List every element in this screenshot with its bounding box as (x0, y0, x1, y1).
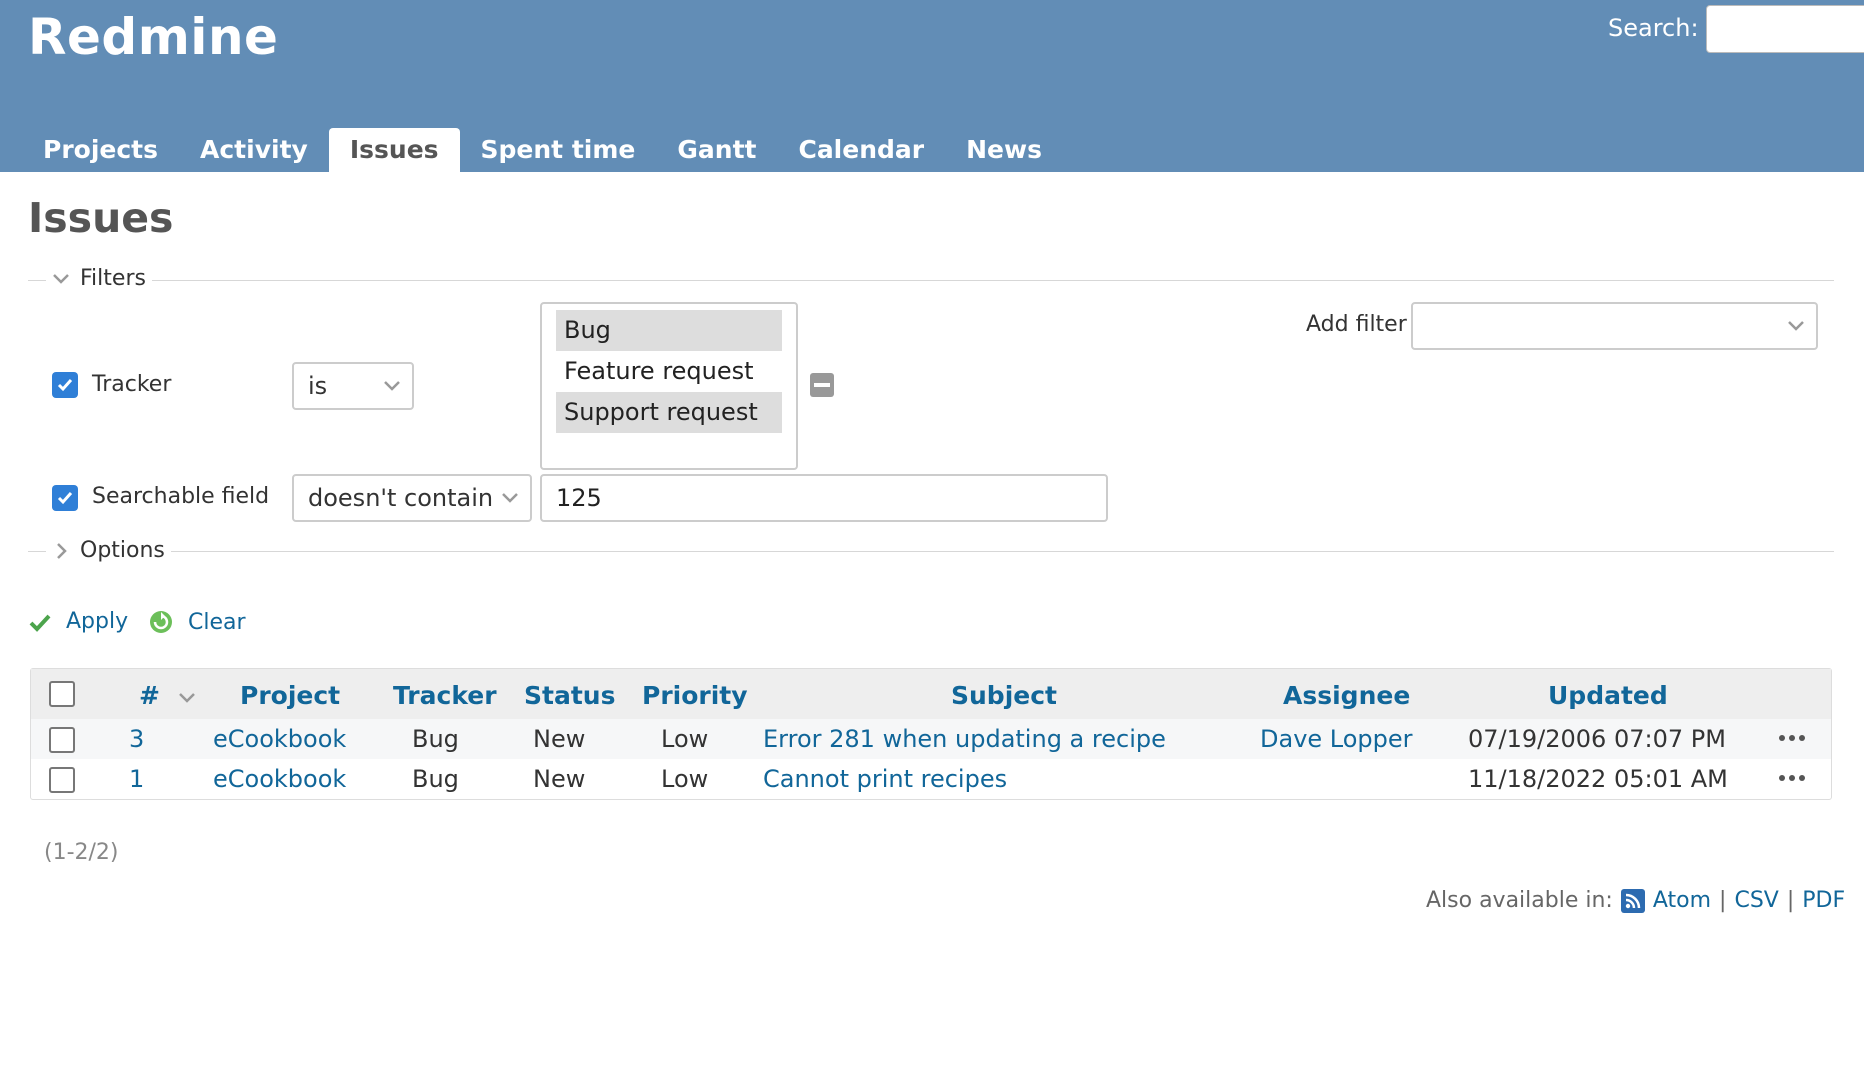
tracker-operator-value: is (308, 372, 328, 400)
checkmark-icon (57, 492, 73, 505)
separator: | (1786, 888, 1795, 913)
chevron-down-icon (1788, 321, 1804, 331)
tracker-filter-label[interactable]: Tracker (92, 372, 171, 397)
options-legend[interactable]: Options (46, 538, 171, 563)
select-all-checkbox[interactable] (49, 681, 75, 707)
rss-feed-icon (1620, 888, 1645, 913)
priority-cell: Low (661, 765, 709, 793)
subject-link[interactable]: Cannot print recipes (763, 765, 1007, 793)
add-filter-label: Add filter (1306, 312, 1407, 337)
chevron-down-icon (53, 273, 69, 284)
searchable-operator-select[interactable]: doesn't contain (292, 474, 532, 522)
tab-spent-time[interactable]: Spent time (460, 128, 657, 172)
clear-button[interactable]: Clear (148, 609, 246, 635)
status-cell: New (533, 765, 586, 793)
sort-desc-icon (178, 693, 195, 703)
tracker-option-feature-request[interactable]: Feature request (556, 351, 782, 392)
updated-cell: 07/19/2006 07:07 PM (1468, 725, 1726, 753)
clear-label: Clear (188, 609, 246, 635)
tracker-operator-select[interactable]: is (292, 362, 414, 410)
column-header-project[interactable]: Project (240, 681, 340, 710)
pagination-count: (1-2/2) (44, 840, 119, 865)
searchable-operator-value: doesn't contain (308, 484, 494, 512)
row-checkbox[interactable] (49, 727, 75, 753)
tracker-option-bug[interactable]: Bug (556, 310, 782, 351)
tracker-filter-checkbox[interactable] (52, 372, 78, 398)
page-title: Issues (28, 194, 174, 242)
collapse-multiselect-minus-icon[interactable] (810, 373, 834, 397)
main-menu: Projects Activity Issues Spent time Gant… (22, 128, 1063, 172)
options-fieldset-border (28, 551, 1834, 552)
project-link[interactable]: eCookbook (213, 765, 346, 793)
tracker-cell: Bug (412, 725, 459, 753)
tracker-option-support-request[interactable]: Support request (556, 392, 782, 433)
chevron-down-icon (502, 493, 518, 503)
project-link[interactable]: eCookbook (213, 725, 346, 753)
separator: | (1719, 888, 1727, 913)
filters-legend-label: Filters (80, 266, 146, 291)
chevron-right-icon (57, 542, 67, 559)
table-row[interactable]: 3 eCookbook Bug New Low Error 281 when u… (31, 719, 1831, 759)
searchable-value-input[interactable] (540, 474, 1108, 522)
csv-export-link[interactable]: CSV (1734, 888, 1778, 913)
search-label: Search: (1608, 14, 1699, 42)
tab-gantt[interactable]: Gantt (656, 128, 777, 172)
checkmark-icon (57, 379, 73, 392)
issue-id-link[interactable]: 3 (129, 725, 144, 753)
issue-id-link[interactable]: 1 (129, 765, 144, 793)
column-header-assignee[interactable]: Assignee (1283, 681, 1410, 710)
app-title[interactable]: Redmine (28, 8, 278, 66)
checkmark-icon (29, 614, 51, 632)
also-available-label: Also available in: (1426, 888, 1613, 913)
tab-calendar[interactable]: Calendar (777, 128, 945, 172)
subject-link[interactable]: Error 281 when updating a recipe (763, 725, 1166, 753)
refresh-icon (150, 611, 172, 633)
tab-activity[interactable]: Activity (179, 128, 329, 172)
tracker-cell: Bug (412, 765, 459, 793)
column-header-status[interactable]: Status (524, 681, 615, 710)
row-context-menu-ellipsis-icon[interactable] (1779, 775, 1805, 781)
add-filter-select[interactable] (1411, 302, 1818, 350)
top-header: Redmine Search: Projects Activity Issues… (0, 0, 1864, 172)
chevron-down-icon (384, 381, 400, 391)
tracker-values-listbox[interactable]: Bug Feature request Support request (540, 302, 798, 470)
searchable-field-label[interactable]: Searchable field (92, 484, 269, 509)
row-context-menu-ellipsis-icon[interactable] (1779, 735, 1805, 741)
column-header-id[interactable]: # (139, 681, 197, 710)
export-links: Also available in: Atom | CSV | PDF (1426, 888, 1845, 913)
tab-projects[interactable]: Projects (22, 128, 179, 172)
table-row[interactable]: 1 eCookbook Bug New Low Cannot print rec… (31, 759, 1831, 799)
options-legend-label: Options (80, 538, 165, 563)
column-header-updated[interactable]: Updated (1548, 681, 1668, 710)
updated-cell: 11/18/2022 05:01 AM (1468, 765, 1728, 793)
assignee-link[interactable]: Dave Lopper (1260, 725, 1413, 753)
column-header-priority[interactable]: Priority (642, 681, 748, 710)
searchable-field-checkbox[interactable] (52, 485, 78, 511)
apply-button[interactable]: Apply (28, 609, 128, 634)
issues-table: # Project Tracker Status Priority Subjec… (30, 668, 1832, 800)
atom-export-link[interactable]: Atom (1653, 888, 1711, 913)
column-header-subject[interactable]: Subject (951, 681, 1057, 710)
table-header-row: # Project Tracker Status Priority Subjec… (31, 669, 1831, 719)
priority-cell: Low (661, 725, 709, 753)
row-checkbox[interactable] (49, 767, 75, 793)
pdf-export-link[interactable]: PDF (1802, 888, 1845, 913)
apply-label: Apply (66, 609, 129, 634)
search-input[interactable] (1706, 5, 1864, 53)
filters-legend[interactable]: Filters (46, 266, 152, 291)
tab-issues[interactable]: Issues (328, 128, 460, 172)
column-header-tracker[interactable]: Tracker (393, 681, 497, 710)
column-header-id-label: # (139, 681, 160, 710)
status-cell: New (533, 725, 586, 753)
tab-news[interactable]: News (945, 128, 1063, 172)
filters-fieldset-border (28, 280, 1834, 281)
